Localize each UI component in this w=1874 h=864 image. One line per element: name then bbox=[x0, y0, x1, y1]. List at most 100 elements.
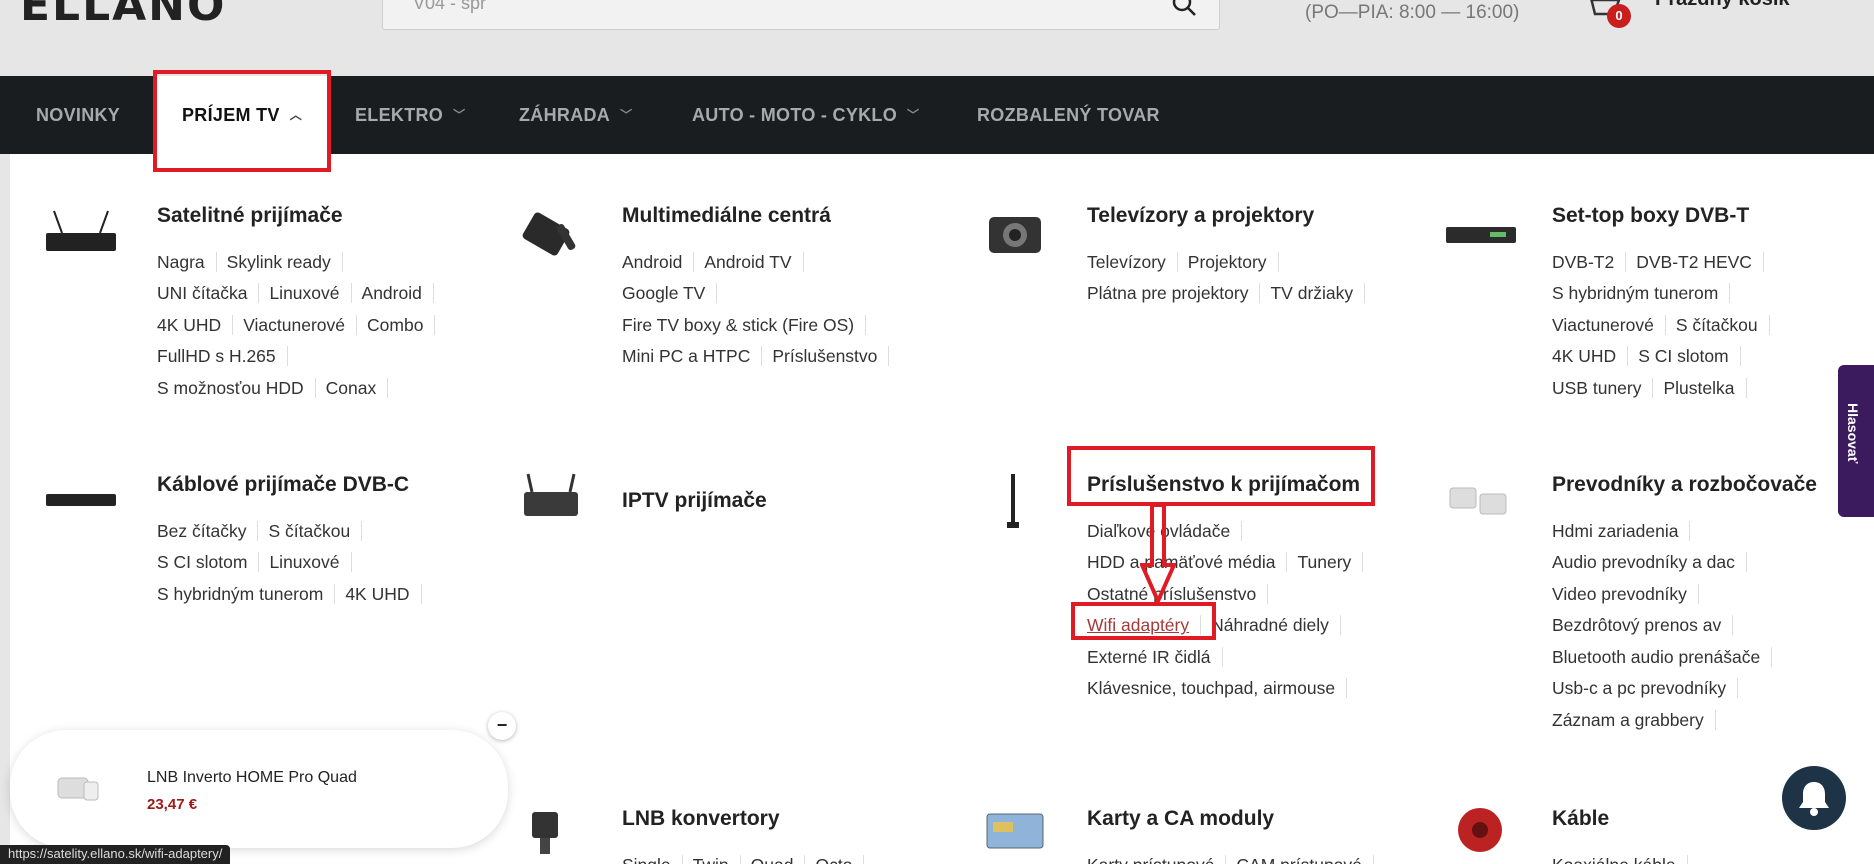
nav-item-rozbaleny-tovar[interactable]: ROZBALENÝ TOVAR bbox=[977, 76, 1160, 154]
category-title[interactable]: Káble bbox=[1552, 807, 1609, 831]
category-links: Bez čítačky S čítačkou S CI slotom Linuxové… bbox=[157, 515, 432, 610]
subcategory-link[interactable]: Skylink ready bbox=[227, 251, 343, 272]
subcategory-link[interactable]: Combo bbox=[367, 314, 436, 335]
satellite-receiver-icon[interactable] bbox=[40, 205, 120, 265]
subcategory-link[interactable]: S hybridným tunerom bbox=[157, 583, 336, 604]
subcategory-link[interactable]: Fire TV boxy & stick (Fire OS) bbox=[622, 314, 867, 335]
category-title[interactable]: Satelitné prijímače bbox=[157, 204, 343, 228]
subcategory-link[interactable]: Usb-c a pc prevodníky bbox=[1552, 678, 1739, 699]
cart-label[interactable]: Prázdny košík bbox=[1655, 0, 1790, 11]
subcategory-link[interactable]: Google TV bbox=[622, 283, 718, 304]
media-center-icon[interactable] bbox=[510, 205, 590, 265]
cable-reel-icon[interactable] bbox=[1440, 800, 1520, 860]
search-input[interactable]: V04 - spr bbox=[382, 0, 1220, 30]
subcategory-link[interactable]: UNI čítačka bbox=[157, 283, 260, 304]
subcategory-link[interactable]: 4K UHD bbox=[345, 583, 422, 604]
subcategory-link[interactable]: Záznam a grabbery bbox=[1552, 709, 1716, 730]
iptv-receiver-icon[interactable] bbox=[510, 470, 590, 530]
category-title[interactable]: Káblové prijímače DVB-C bbox=[157, 473, 409, 497]
subcategory-link[interactable]: Príslušenstvo bbox=[772, 346, 890, 367]
subcategory-link[interactable]: Octo bbox=[815, 854, 865, 864]
category-title[interactable]: Multimediálne centrá bbox=[622, 204, 831, 228]
subcategory-link[interactable]: DVB-T2 HEVC bbox=[1636, 251, 1764, 272]
subcategory-link[interactable]: FullHD s H.265 bbox=[157, 346, 288, 367]
notification-bell-button[interactable] bbox=[1782, 766, 1846, 830]
category-title[interactable]: LNB konvertory bbox=[622, 807, 780, 831]
subcategory-link[interactable]: 4K UHD bbox=[1552, 346, 1629, 367]
subcategory-link[interactable]: Video prevodníky bbox=[1552, 583, 1699, 604]
link-row: DVB-T2 DVB-T2 HEVC bbox=[1552, 246, 1780, 278]
category-title[interactable]: IPTV prijímače bbox=[622, 489, 767, 513]
subcategory-link[interactable]: S čítačkou bbox=[1676, 314, 1770, 335]
set-top-box-icon[interactable] bbox=[1440, 205, 1520, 265]
subcategory-link[interactable]: S možnosťou HDD bbox=[157, 377, 316, 398]
converter-icon[interactable] bbox=[1440, 470, 1520, 530]
subcategory-link[interactable]: Televízory bbox=[1087, 251, 1178, 272]
link-row: Android Android TV bbox=[622, 246, 899, 278]
ca-card-icon[interactable] bbox=[975, 800, 1055, 860]
subcategory-link[interactable]: S CI slotom bbox=[1638, 346, 1741, 367]
subcategory-link[interactable]: Android bbox=[622, 251, 695, 272]
tv-projector-icon[interactable] bbox=[975, 205, 1055, 265]
cable-receiver-icon[interactable] bbox=[40, 470, 120, 530]
subcategory-link[interactable]: Náhradné diely bbox=[1211, 615, 1341, 636]
antenna-accessory-icon[interactable] bbox=[975, 470, 1055, 530]
nav-item-zahrada[interactable]: ZÁHRADA ﹀ bbox=[519, 76, 632, 154]
search-icon[interactable] bbox=[1171, 0, 1197, 17]
lnb-converter-icon[interactable] bbox=[510, 800, 590, 860]
subcategory-link[interactable]: Quad bbox=[751, 854, 806, 864]
nav-label: ROZBALENÝ TOVAR bbox=[977, 105, 1160, 125]
subcategory-link[interactable]: Linuxové bbox=[269, 552, 352, 573]
subcategory-link[interactable]: Nagra bbox=[157, 251, 217, 272]
link-row: Klávesnice, touchpad, airmouse bbox=[1087, 673, 1373, 705]
subcategory-link[interactable]: S hybridným tunerom bbox=[1552, 283, 1731, 304]
link-row: FullHD s H.265 bbox=[157, 341, 445, 373]
subcategory-link[interactable]: DVB-T2 bbox=[1552, 251, 1627, 272]
subcategory-link[interactable]: Bez čítačky bbox=[157, 520, 259, 541]
subcategory-link[interactable]: Mini PC a HTPC bbox=[622, 346, 763, 367]
subcategory-link[interactable]: Tunery bbox=[1297, 552, 1364, 573]
subcategory-link[interactable]: Twin bbox=[693, 854, 741, 864]
subcategory-link[interactable]: Externé IR čidlá bbox=[1087, 646, 1223, 667]
subcategory-link[interactable]: Projektory bbox=[1188, 251, 1279, 272]
subcategory-link[interactable]: TV držiaky bbox=[1270, 283, 1366, 304]
subcategory-link[interactable]: Android TV bbox=[704, 251, 804, 272]
subcategory-link[interactable]: Karty prístupové bbox=[1087, 854, 1227, 864]
product-name[interactable]: LNB Inverto HOME Pro Quad bbox=[147, 769, 357, 787]
subcategory-link[interactable]: Audio prevodníky a dac bbox=[1552, 552, 1747, 573]
subcategory-link[interactable]: Linuxové bbox=[269, 283, 352, 304]
logo[interactable]: ELLANO bbox=[20, 0, 226, 31]
side-vote-tab[interactable]: Hlasovať bbox=[1838, 365, 1874, 517]
subcategory-link[interactable]: Bluetooth audio prenášače bbox=[1552, 646, 1773, 667]
subcategory-link[interactable]: HDD a pamäťové média bbox=[1087, 552, 1288, 573]
subcategory-link[interactable]: S čítačkou bbox=[268, 520, 363, 541]
nav-label: ZÁHRADA bbox=[519, 105, 611, 125]
subcategory-link[interactable]: 4K UHD bbox=[157, 314, 234, 335]
subcategory-link[interactable]: Viactunerové bbox=[243, 314, 358, 335]
subcategory-link[interactable]: Conax bbox=[326, 377, 389, 398]
category-title[interactable]: Karty a CA moduly bbox=[1087, 807, 1274, 831]
category-title[interactable]: Prevodníky a rozbočovače bbox=[1552, 473, 1817, 497]
category-links: Single Twin Quad Octo bbox=[622, 849, 874, 864]
category-title[interactable]: Televízory a projektory bbox=[1087, 204, 1314, 228]
nav-item-novinky[interactable]: NOVINKY bbox=[36, 76, 120, 154]
subcategory-link[interactable]: Koaxiálne káble bbox=[1552, 854, 1688, 864]
nav-item-elektro[interactable]: ELEKTRO ﹀ bbox=[355, 76, 465, 154]
subcategory-link[interactable]: Single bbox=[622, 854, 683, 864]
category-title[interactable]: Set-top boxy DVB-T bbox=[1552, 204, 1749, 228]
recent-product-popup[interactable]: LNB Inverto HOME Pro Quad 23,47 € bbox=[10, 730, 508, 848]
subcategory-link[interactable]: USB tunery bbox=[1552, 377, 1654, 398]
subcategory-link[interactable]: Viactunerové bbox=[1552, 314, 1666, 335]
subcategory-link[interactable]: CAM prístupové bbox=[1236, 854, 1374, 864]
subcategory-link[interactable]: Bezdrôtový prenos av bbox=[1552, 615, 1734, 636]
close-popup-button[interactable]: − bbox=[488, 712, 516, 740]
subcategory-link[interactable]: Hdmi zariadenia bbox=[1552, 520, 1691, 541]
subcategory-link[interactable]: S CI slotom bbox=[157, 552, 260, 573]
subcategory-link[interactable]: Ostatné príslušenstvo bbox=[1087, 583, 1269, 604]
subcategory-link[interactable]: Klávesnice, touchpad, airmouse bbox=[1087, 678, 1348, 699]
subcategory-link[interactable]: Plustelka bbox=[1663, 377, 1747, 398]
nav-item-auto-moto-cyklo[interactable]: AUTO - MOTO - CYKLO ﹀ bbox=[692, 76, 919, 154]
subcategory-link[interactable]: Android bbox=[362, 283, 434, 304]
subcategory-link[interactable]: Plátna pre projektory bbox=[1087, 283, 1261, 304]
link-row: Koaxiálne káble bbox=[1552, 849, 1698, 864]
